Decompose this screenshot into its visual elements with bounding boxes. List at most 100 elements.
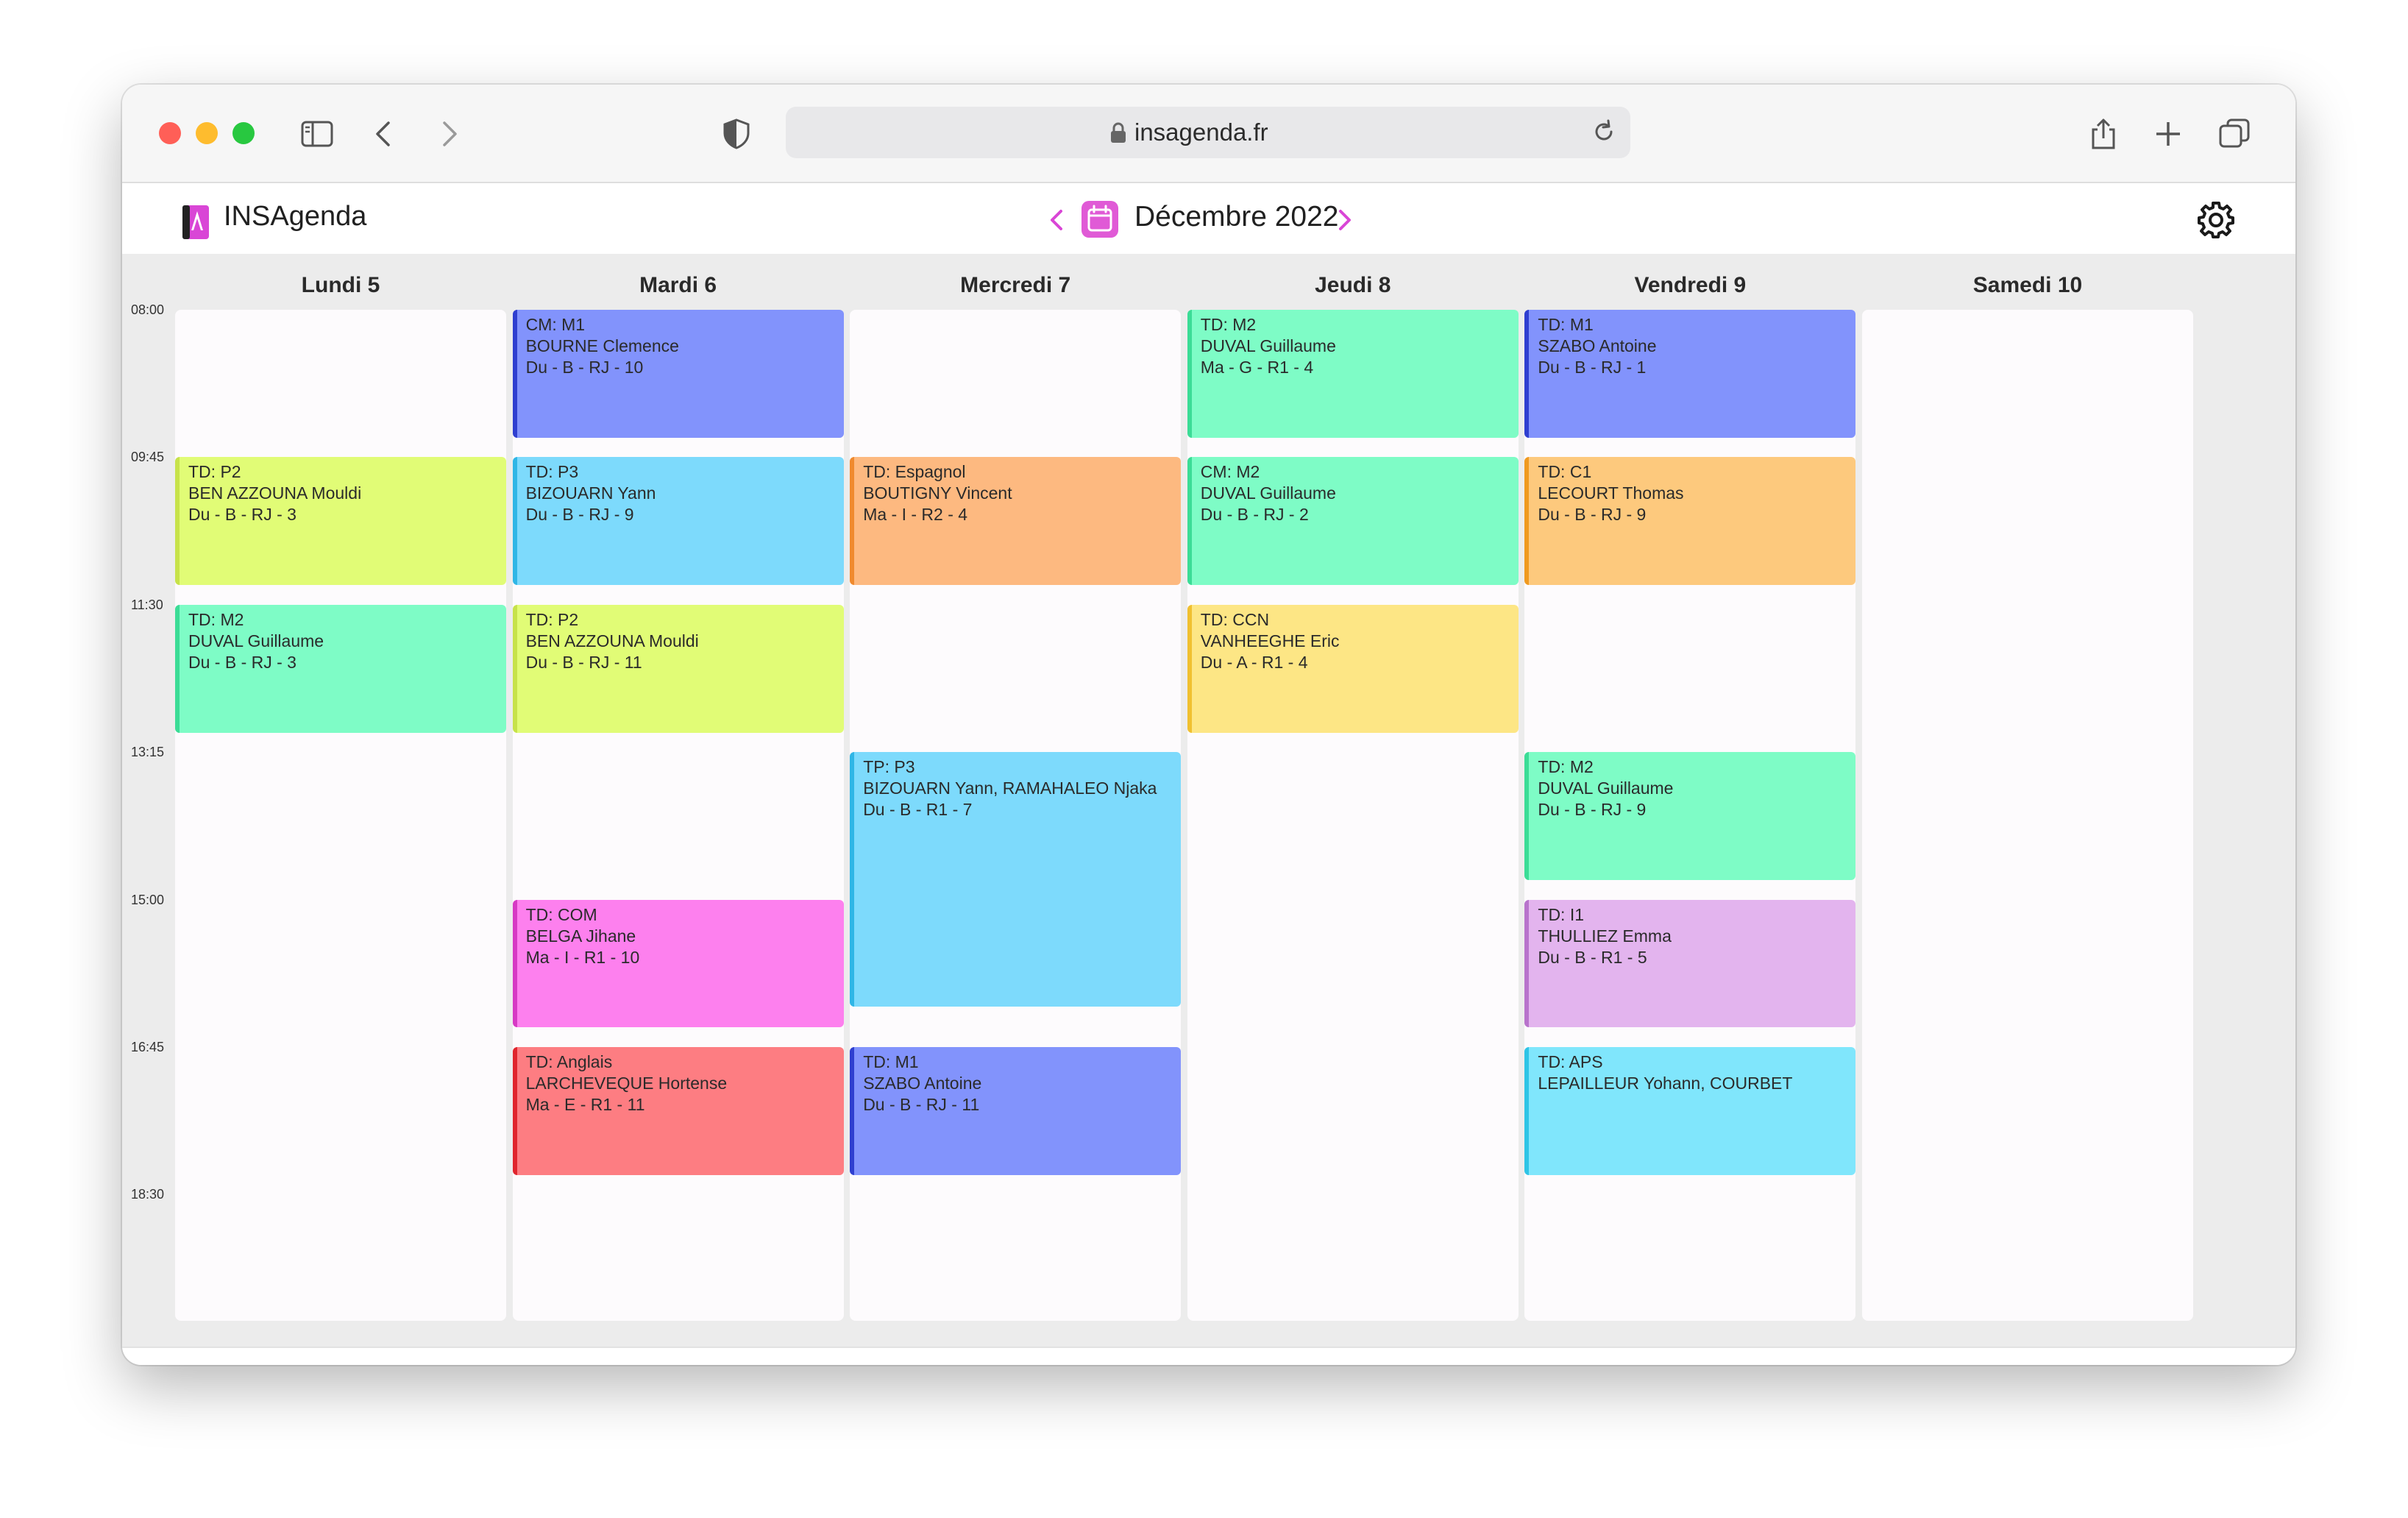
event-card[interactable]: TD: Anglais LARCHEVEQUE Hortense Ma - E - …	[512, 1046, 844, 1175]
app-title: INSAgenda	[224, 201, 367, 232]
event-room: Du - B - RJ - 2	[1200, 505, 1309, 525]
event-room: Du - B - R1 - 5	[1538, 947, 1647, 967]
day-column: TD: M2 DUVAL Guillaume Ma - G - R1 - 4 CM: …	[1187, 310, 1519, 1321]
event-room: Du - B - RJ - 9	[1538, 800, 1647, 820]
event-card[interactable]: TD: Espagnol BOUTIGNY Vincent Ma - I - R2 …	[850, 457, 1182, 586]
reload-icon[interactable]	[1589, 117, 1619, 146]
event-card[interactable]: TD: P2 BEN AZZOUNA Mouldi Du - B - RJ - 11	[512, 604, 844, 733]
event-card[interactable]: TD: M2 DUVAL Guillaume Ma - G - R1 - 4	[1187, 310, 1519, 438]
url-text: insagenda.fr	[1134, 118, 1268, 146]
event-card[interactable]: TD: M1 SZABO Antoine Du - B - RJ - 1	[1524, 310, 1856, 438]
event-card[interactable]: TD: I1 THULLIEZ Emma Du - B - R1 - 5	[1524, 899, 1856, 1028]
share-icon[interactable]	[2086, 117, 2120, 151]
browser-toolbar: insagenda.fr	[122, 85, 2295, 183]
event-course: TD: Espagnol	[863, 462, 966, 482]
day-header: Vendredi 9	[1634, 273, 1747, 297]
event-teacher: SZABO Antoine	[1538, 336, 1657, 355]
time-label: 18:30	[131, 1187, 165, 1202]
event-card[interactable]: TD: CCN VANHEEGHE Eric Du - A - R1 - 4	[1187, 604, 1519, 733]
shield-icon[interactable]	[720, 117, 753, 151]
event-teacher: LEPAILLEUR Yohann, COURBET	[1538, 1073, 1793, 1093]
event-course: CM: M1	[525, 315, 586, 334]
day-column: TD: P2 BEN AZZOUNA Mouldi Du - B - RJ - 3T…	[175, 310, 506, 1321]
event-teacher: VANHEEGHE Eric	[1200, 631, 1340, 650]
event-teacher: BIZOUARN Yann	[525, 483, 656, 503]
day-header: Mardi 6	[639, 273, 717, 297]
event-card[interactable]: TP: P3 BIZOUARN Yann, RAMAHALEO Njaka Du -…	[850, 752, 1182, 1007]
day-column: CM: M1 BOURNE Clemence Du - B - RJ - 10 TD:…	[512, 310, 844, 1321]
prev-month-icon[interactable]	[1042, 204, 1071, 236]
event-card[interactable]: TD: M2 DUVAL Guillaume Du - B - RJ - 3	[175, 604, 506, 733]
time-label: 09:45	[131, 450, 165, 465]
time-label: 08:00	[131, 302, 165, 317]
time-label: 16:45	[131, 1039, 165, 1054]
event-teacher: DUVAL Guillaume	[1538, 778, 1674, 798]
event-course: TD: M1	[863, 1051, 919, 1071]
event-course: TD: C1	[1538, 462, 1592, 482]
event-room: Du - B - R1 - 7	[863, 800, 973, 820]
event-course: TP: P3	[863, 757, 915, 777]
time-label: 13:15	[131, 745, 165, 760]
event-course: TD: APS	[1538, 1051, 1603, 1071]
next-month-icon[interactable]	[1330, 204, 1360, 236]
address-bar[interactable]: insagenda.fr	[786, 107, 1630, 158]
sidebar-icon[interactable]	[300, 117, 334, 151]
event-teacher: BELGA Jihane	[525, 926, 636, 946]
event-course: TD: M2	[188, 609, 244, 629]
event-room: Du - B - RJ - 9	[525, 505, 634, 525]
event-teacher: BOURNE Clemence	[525, 336, 679, 355]
event-teacher: THULLIEZ Emma	[1538, 926, 1672, 946]
event-course: TD: M2	[1200, 315, 1257, 334]
zoom-window-button[interactable]	[232, 122, 255, 144]
event-room: Du - B - RJ - 3	[188, 652, 296, 672]
day-column	[1862, 310, 2193, 1321]
browser-window: insagenda.fr INSAgenda Décembre 2022 08:…	[122, 85, 2295, 1365]
event-card[interactable]: TD: M2 DUVAL Guillaume Du - B - RJ - 9	[1524, 752, 1856, 880]
event-teacher: LECOURT Thomas	[1538, 483, 1684, 503]
event-card[interactable]: TD: P2 BEN AZZOUNA Mouldi Du - B - RJ - 3	[175, 457, 506, 586]
tabs-overview-icon[interactable]	[2217, 117, 2251, 151]
settings-gear-icon[interactable]	[2195, 199, 2237, 241]
close-window-button[interactable]	[159, 122, 181, 144]
event-card[interactable]: TD: COM BELGA Jihane Ma - I - R1 - 10	[512, 899, 844, 1028]
event-teacher: BEN AZZOUNA Mouldi	[525, 631, 699, 650]
week-calendar: 08:00 09:45 11:30 13:15 15:00 16:45 18:30 Lund…	[122, 254, 2295, 1347]
day-column: TD: Espagnol BOUTIGNY Vincent Ma - I - R2 …	[850, 310, 1182, 1321]
event-teacher: DUVAL Guillaume	[188, 631, 324, 650]
event-card[interactable]: TD: APS LEPAILLEUR Yohann, COURBET	[1524, 1046, 1856, 1175]
forward-icon[interactable]	[431, 117, 465, 151]
event-room: Du - B - RJ - 1	[1538, 358, 1647, 377]
back-icon[interactable]	[368, 117, 402, 151]
event-room: Ma - G - R1 - 4	[1200, 358, 1314, 377]
event-card[interactable]: TD: P3 BIZOUARN Yann Du - B - RJ - 9	[512, 457, 844, 586]
event-room: Ma - E - R1 - 11	[525, 1094, 645, 1114]
app-header: INSAgenda Décembre 2022	[122, 183, 2295, 254]
bottom-strip	[122, 1347, 2295, 1365]
event-room: Du - B - RJ - 3	[188, 505, 296, 525]
day-header: Samedi 10	[1972, 273, 2083, 297]
event-card[interactable]: TD: M1 SZABO Antoine Du - B - RJ - 11	[850, 1046, 1182, 1175]
new-tab-icon[interactable]	[2151, 117, 2185, 151]
event-teacher: DUVAL Guillaume	[1200, 336, 1336, 355]
event-course: TD: CCN	[1200, 609, 1270, 629]
event-course: TD: COM	[525, 904, 597, 924]
day-header: Jeudi 8	[1315, 273, 1391, 297]
event-room: Du - B - RJ - 10	[525, 358, 644, 377]
event-card[interactable]: CM: M1 BOURNE Clemence Du - B - RJ - 10	[512, 310, 844, 438]
lock-icon	[1111, 122, 1126, 143]
event-card[interactable]: TD: C1 LECOURT Thomas Du - B - RJ - 9	[1524, 457, 1856, 586]
event-room: Du - B - RJ - 11	[525, 652, 642, 672]
event-card[interactable]: CM: M2 DUVAL Guillaume Du - B - RJ - 2	[1187, 457, 1519, 586]
event-course: TD: P2	[188, 462, 241, 482]
minimize-window-button[interactable]	[196, 122, 218, 144]
event-course: TD: I1	[1538, 904, 1585, 924]
event-room: Ma - I - R1 - 10	[525, 947, 640, 967]
event-room: Ma - I - R2 - 4	[863, 505, 968, 525]
event-room: Du - B - RJ - 9	[1538, 505, 1647, 525]
calendar-icon[interactable]	[1080, 199, 1120, 239]
event-course: TD: M2	[1538, 757, 1594, 777]
event-room: Du - A - R1 - 4	[1200, 652, 1308, 672]
month-label: Décembre 2022	[1134, 201, 1339, 233]
event-teacher: LARCHEVEQUE Hortense	[525, 1073, 728, 1093]
event-teacher: BIZOUARN Yann, RAMAHALEO Njaka	[863, 778, 1157, 798]
